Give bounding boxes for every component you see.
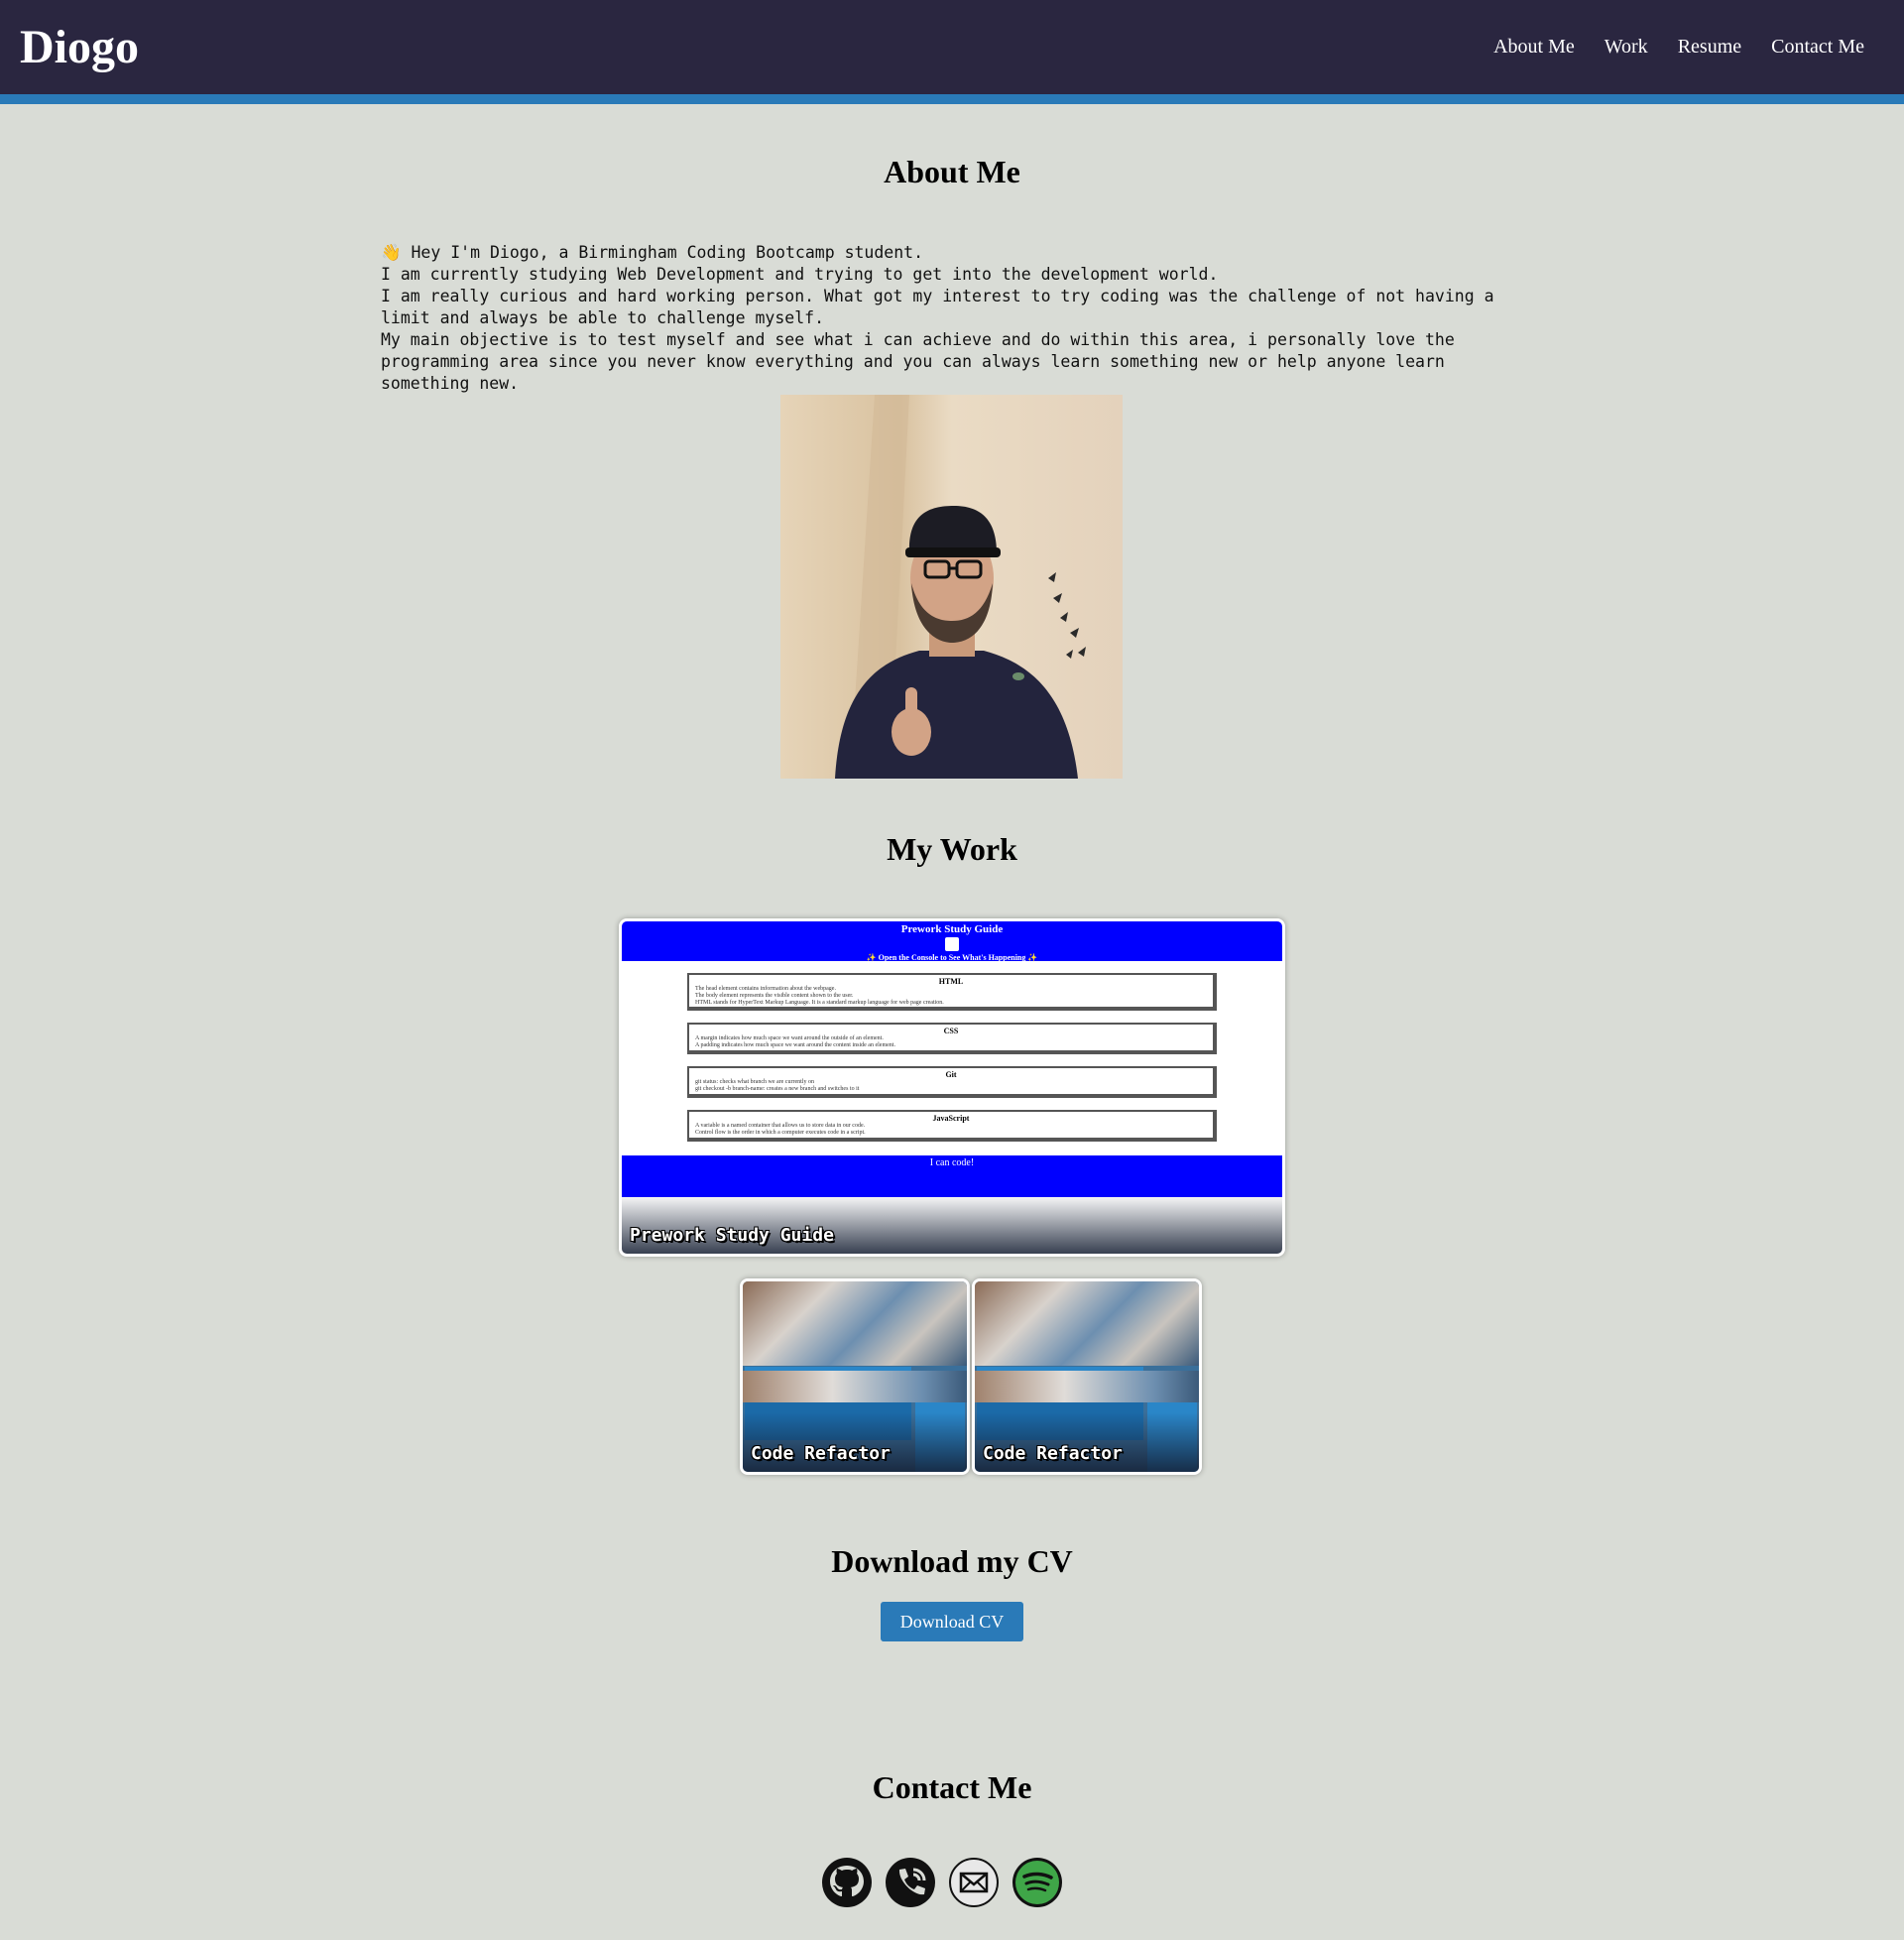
section-title: JavaScript bbox=[932, 1114, 970, 1123]
section-item: git status: checks what branch we are cu… bbox=[695, 1079, 814, 1085]
preview-section-html: HTML The head element contains informati… bbox=[687, 973, 1217, 1011]
spotify-icon[interactable] bbox=[1012, 1857, 1063, 1908]
preview-image bbox=[975, 1281, 1199, 1366]
brand-logo[interactable]: Diogo bbox=[20, 20, 139, 74]
email-icon[interactable] bbox=[948, 1857, 1000, 1908]
section-item: HTML stands for HyperText Markup Languag… bbox=[695, 1000, 944, 1006]
section-title: Git bbox=[945, 1070, 957, 1079]
octocat-icon bbox=[945, 937, 959, 951]
project-card-code-refactor[interactable]: Code Refactor bbox=[972, 1278, 1202, 1475]
preview-section-git: Git git status: checks what branch we ar… bbox=[687, 1066, 1217, 1098]
contact-icons bbox=[821, 1857, 1063, 1908]
github-icon[interactable] bbox=[821, 1857, 873, 1908]
nav-work[interactable]: Work bbox=[1605, 36, 1648, 59]
section-item: A variable is a named container that all… bbox=[695, 1123, 866, 1129]
project-card-code-refactor[interactable]: Code Refactor bbox=[740, 1278, 970, 1475]
profile-photo bbox=[780, 395, 1123, 779]
preview-section-javascript: JavaScript A variable is a named contain… bbox=[687, 1110, 1217, 1142]
site-header: Diogo About Me Work Resume Contact Me bbox=[0, 0, 1904, 104]
project-label[interactable]: Prework Study Guide bbox=[630, 1225, 834, 1246]
preview-section-css: CSS A margin indicates how much space we… bbox=[687, 1023, 1217, 1054]
section-title: CSS bbox=[943, 1027, 959, 1035]
preview-header: Prework Study Guide ✨ Open the Console t… bbox=[622, 921, 1282, 962]
nav-resume[interactable]: Resume bbox=[1678, 36, 1741, 59]
phone-icon[interactable] bbox=[885, 1857, 936, 1908]
section-item: git checkout -b branch-name: creates a n… bbox=[695, 1086, 860, 1092]
preview-image bbox=[743, 1281, 967, 1366]
nav-contact-me[interactable]: Contact Me bbox=[1771, 36, 1864, 59]
preview-image bbox=[975, 1371, 1199, 1402]
project-card-prework[interactable]: Prework Study Guide ✨ Open the Console t… bbox=[619, 918, 1285, 1257]
section-item: Control flow is the order in which a com… bbox=[695, 1130, 866, 1136]
nav-about-me[interactable]: About Me bbox=[1493, 36, 1575, 59]
section-item: The body element represents the visible … bbox=[695, 993, 854, 999]
section-item: A margin indicates how much space we wan… bbox=[695, 1035, 884, 1041]
section-item: A padding indicates how much space we wa… bbox=[695, 1042, 895, 1048]
about-text: 👋 Hey I'm Diogo, a Birmingham Coding Boo… bbox=[381, 243, 1494, 393]
main-nav: About Me Work Resume Contact Me bbox=[1493, 36, 1864, 59]
preview-image bbox=[743, 1371, 967, 1402]
cv-heading: Download my CV bbox=[831, 1543, 1073, 1579]
work-heading: My Work bbox=[887, 831, 1017, 867]
preview-footer: I can code! bbox=[622, 1155, 1282, 1197]
section-title: HTML bbox=[938, 977, 964, 986]
contact-heading: Contact Me bbox=[872, 1769, 1032, 1805]
preview-subtitle: ✨ Open the Console to See What's Happeni… bbox=[866, 953, 1038, 962]
section-item: The head element contains information ab… bbox=[695, 986, 836, 992]
project-label[interactable]: Code Refactor bbox=[983, 1443, 1123, 1464]
about-heading: About Me bbox=[884, 154, 1020, 189]
project-label[interactable]: Code Refactor bbox=[751, 1443, 891, 1464]
preview-title: Prework Study Guide bbox=[900, 923, 1004, 935]
download-cv-button[interactable]: Download CV bbox=[881, 1602, 1023, 1641]
